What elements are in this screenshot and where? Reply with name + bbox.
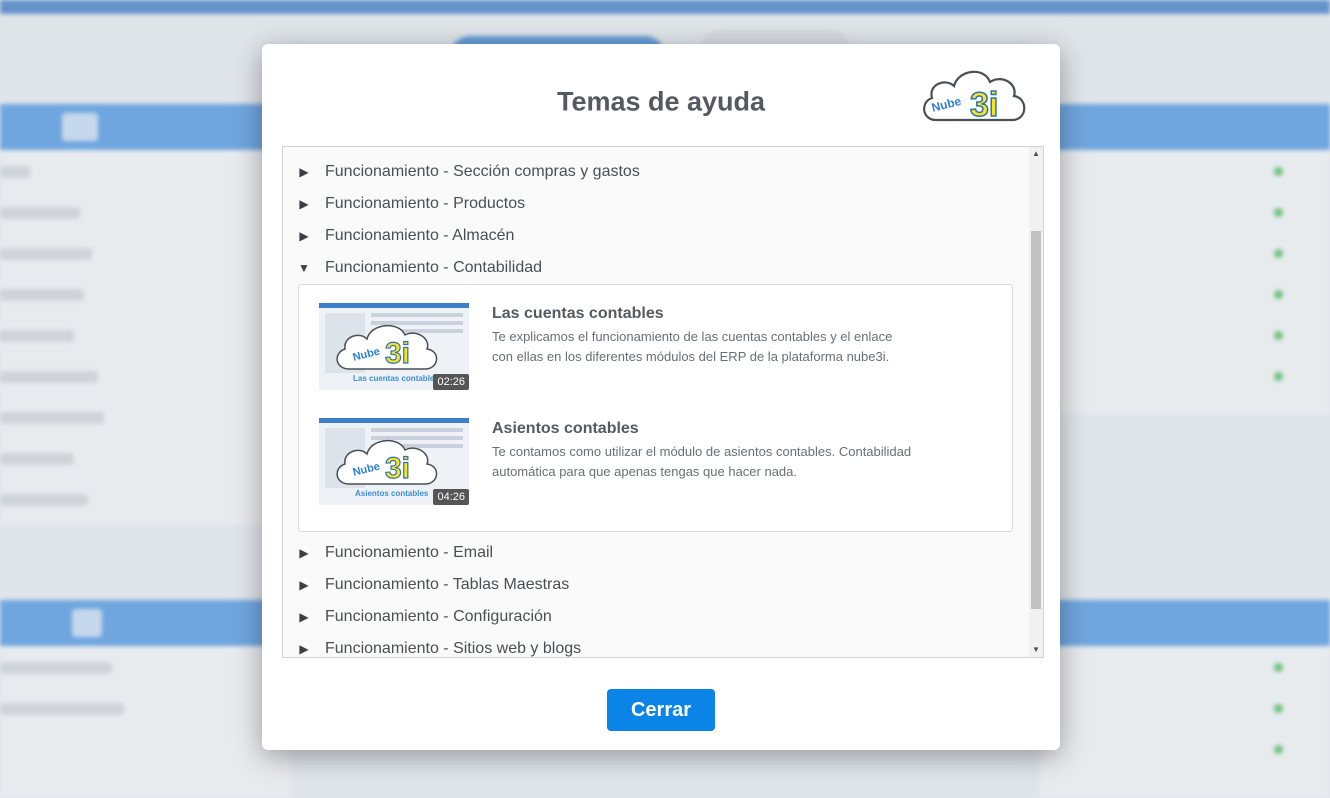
svg-text:3i: 3i xyxy=(970,86,998,124)
triangle-right-icon: ▶ xyxy=(299,642,309,656)
scroll-up-arrow-icon[interactable]: ▲ xyxy=(1029,147,1043,161)
svg-text:3i: 3i xyxy=(385,452,410,485)
triangle-right-icon: ▶ xyxy=(299,197,309,211)
topic-label: Funcionamiento - Configuración xyxy=(325,608,552,625)
topic-label: Funcionamiento - Email xyxy=(325,544,494,561)
topic-productos[interactable]: ▶ Funcionamiento - Productos xyxy=(283,190,525,218)
topic-label: Funcionamiento - Sección compras y gasto… xyxy=(325,163,640,180)
scrollbar-thumb[interactable] xyxy=(1031,231,1041,609)
triangle-down-icon: ▼ xyxy=(298,261,310,275)
thumbnail-caption: Las cuentas contables xyxy=(353,374,439,383)
topic-compras-gastos[interactable]: ▶ Funcionamiento - Sección compras y gas… xyxy=(283,158,640,186)
video-thumbnail[interactable]: Nube 3i Las cuentas contables 02:26 xyxy=(319,303,469,390)
topic-contabilidad[interactable]: ▼ Funcionamiento - Contabilidad xyxy=(283,254,542,282)
nube3i-logo-icon: Nube 3i xyxy=(923,70,1026,125)
video-thumbnail[interactable]: Nube 3i Asientos contables 04:26 xyxy=(319,418,469,505)
list-scrollbar[interactable]: ▲ ▼ xyxy=(1029,147,1043,657)
scroll-down-arrow-icon[interactable]: ▼ xyxy=(1029,643,1043,657)
topic-tablas-maestras[interactable]: ▶ Funcionamiento - Tablas Maestras xyxy=(283,571,569,599)
topic-email[interactable]: ▶ Funcionamiento - Email xyxy=(283,539,493,567)
help-topics-scroll-area: ▶ Funcionamiento - Sección compras y gas… xyxy=(283,147,1028,657)
topic-label: Funcionamiento - Contabilidad xyxy=(325,259,543,276)
thumbnail-caption: Asientos contables xyxy=(355,489,429,498)
video-title[interactable]: Asientos contables xyxy=(492,420,639,438)
video-item[interactable]: Nube 3i Asientos contables 04:26 Asiento… xyxy=(319,418,969,518)
help-topics-list[interactable]: ▶ Funcionamiento - Sección compras y gas… xyxy=(282,146,1044,658)
topic-label: Funcionamiento - Sitios web y blogs xyxy=(325,640,582,657)
video-description: Te explicamos el funcionamiento de las c… xyxy=(492,329,893,364)
close-button[interactable]: Cerrar xyxy=(607,689,715,731)
video-item[interactable]: Nube 3i Las cuentas contables 02:26 Las … xyxy=(319,303,969,403)
triangle-right-icon: ▶ xyxy=(299,229,309,243)
video-duration: 02:26 xyxy=(433,374,469,390)
contabilidad-videos-panel: Nube 3i Las cuentas contables 02:26 Las … xyxy=(298,284,1013,532)
topic-label: Funcionamiento - Tablas Maestras xyxy=(325,576,570,593)
video-description: Te contamos como utilizar el módulo de a… xyxy=(492,444,912,479)
triangle-right-icon: ▶ xyxy=(299,578,309,592)
video-title[interactable]: Las cuentas contables xyxy=(492,305,664,323)
topic-configuracion[interactable]: ▶ Funcionamiento - Configuración xyxy=(283,603,552,631)
triangle-right-icon: ▶ xyxy=(299,165,309,179)
topic-almacen[interactable]: ▶ Funcionamiento - Almacén xyxy=(283,222,514,250)
triangle-right-icon: ▶ xyxy=(299,546,309,560)
topic-label: Funcionamiento - Productos xyxy=(325,195,526,212)
svg-text:3i: 3i xyxy=(385,337,410,370)
topic-sitios-web-blogs[interactable]: ▶ Funcionamiento - Sitios web y blogs xyxy=(283,635,581,657)
triangle-right-icon: ▶ xyxy=(299,610,309,624)
help-topics-dialog: Temas de ayuda Nube 3i ▶ Funcionamiento … xyxy=(262,44,1060,750)
video-duration: 04:26 xyxy=(433,489,469,505)
topic-label: Funcionamiento - Almacén xyxy=(325,227,515,244)
